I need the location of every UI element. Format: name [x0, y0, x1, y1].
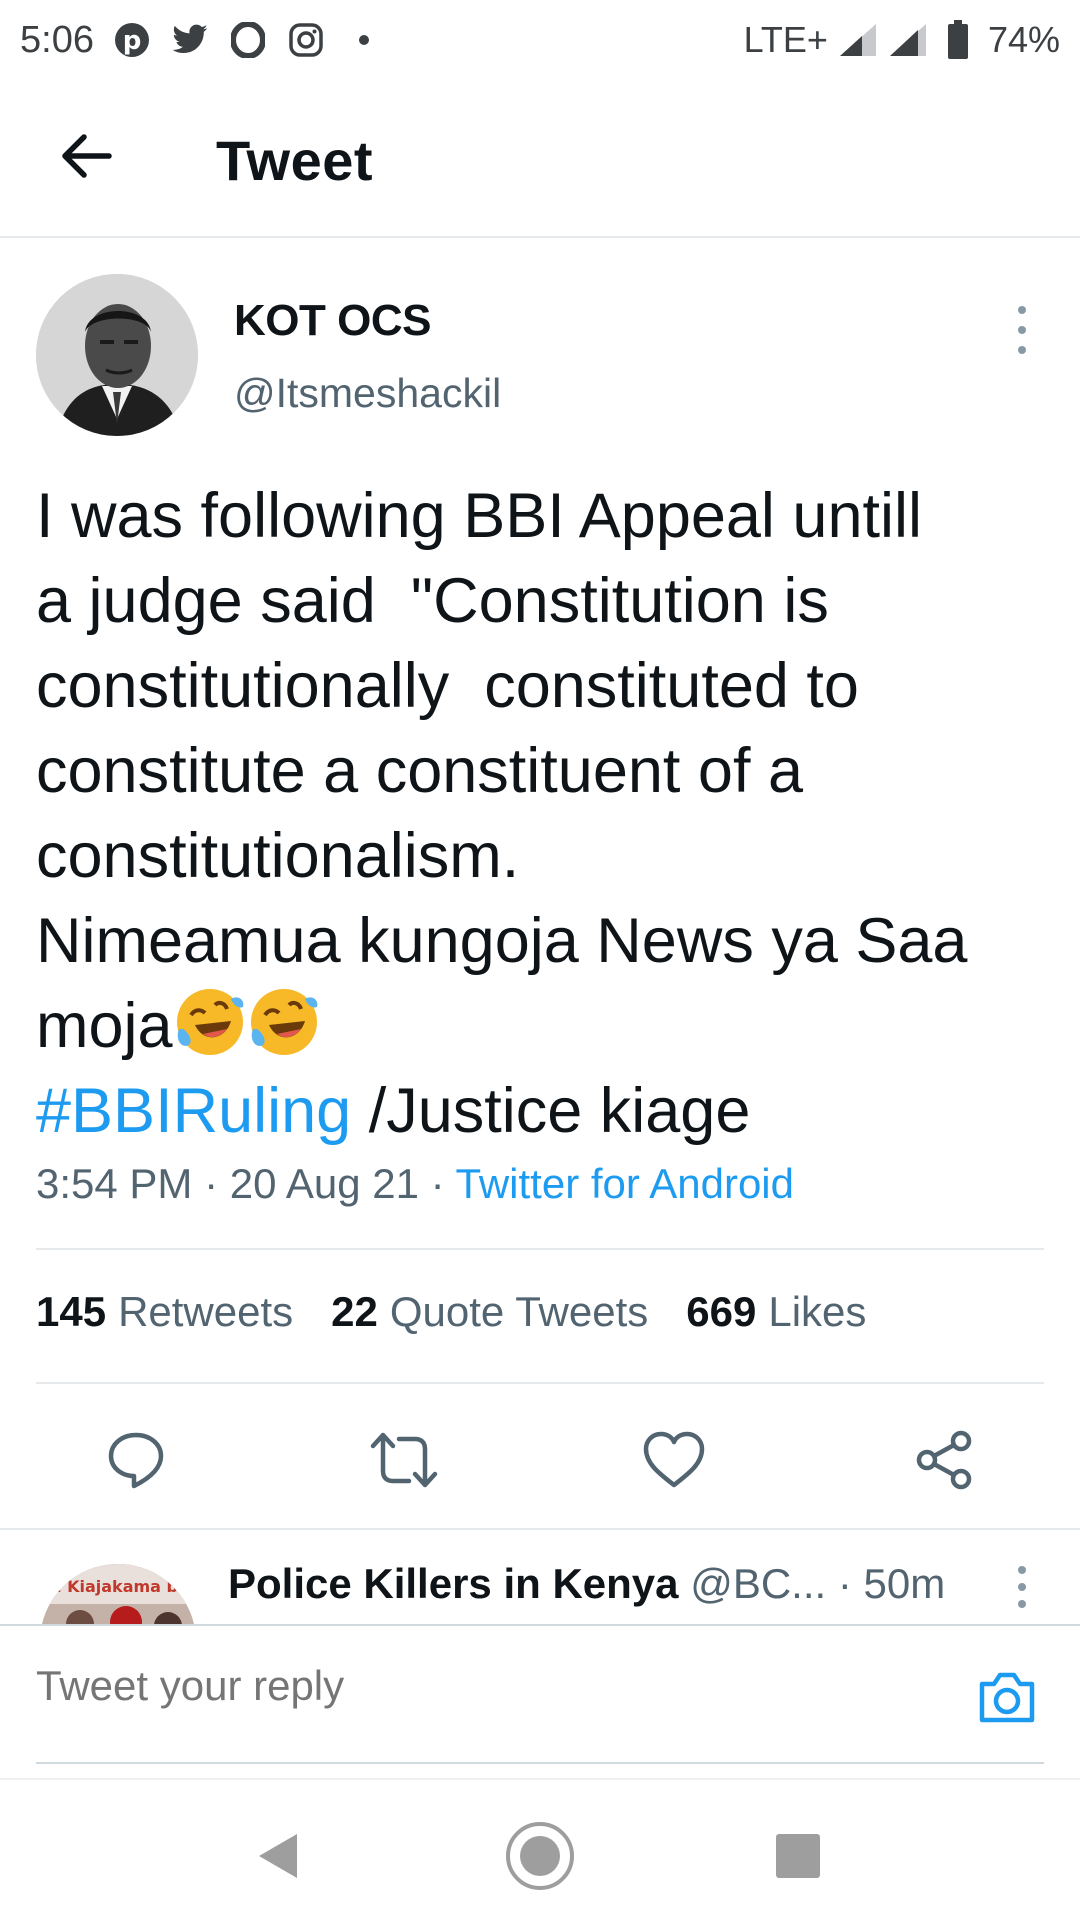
battery-percent: 74%	[987, 19, 1060, 60]
laughing-crying-emoji-icon	[247, 985, 321, 1059]
tweet-hashtag-line: #BBIRuling /Justice kiage	[36, 1069, 1046, 1154]
retweets-stat[interactable]: 145 Retweets	[36, 1288, 293, 1336]
retweets-count: 145	[36, 1288, 107, 1335]
tweet-line-text: moja	[36, 991, 173, 1061]
reply-button[interactable]	[96, 1420, 176, 1500]
hashtag-link[interactable]: #BBIRuling	[36, 1076, 351, 1146]
camera-button[interactable]	[976, 1666, 1038, 1728]
tweet-actions	[0, 1420, 1080, 1520]
quotes-label: Quote Tweets	[389, 1288, 649, 1335]
likes-label: Likes	[768, 1288, 867, 1335]
share-icon	[916, 1430, 972, 1490]
tweet-date: 20 Aug 21	[229, 1160, 419, 1207]
retweet-button[interactable]	[364, 1420, 444, 1500]
battery-icon	[938, 20, 978, 60]
circle-home-icon	[506, 1822, 574, 1890]
heart-icon	[643, 1431, 705, 1488]
svg-text:p: p	[123, 26, 142, 56]
nav-home-button[interactable]	[500, 1816, 580, 1896]
tweet-line: constitutionalism.	[36, 821, 520, 891]
reply-author-handle[interactable]: @BC...	[690, 1560, 826, 1607]
divider	[36, 1248, 1044, 1250]
tweet-line: constitutionally constituted to	[36, 651, 859, 721]
tweet-line-last: moja	[36, 984, 1046, 1069]
quotes-count: 22	[331, 1288, 378, 1335]
tweet-line: Nimeamua kungoja News ya Saa	[36, 906, 968, 976]
tweet-line: I was following BBI Appeal untill	[36, 481, 922, 551]
reply-compose-bar	[0, 1624, 1080, 1778]
laughing-crying-emoji-icon	[173, 985, 247, 1059]
like-button[interactable]	[634, 1420, 714, 1500]
author-handle[interactable]: @Itsmeshackil	[234, 370, 501, 417]
quotes-stat[interactable]: 22 Quote Tweets	[331, 1288, 648, 1336]
back-button[interactable]	[52, 122, 120, 190]
share-button[interactable]	[904, 1420, 984, 1500]
tweet-meta: 3:54 PM · 20 Aug 21 · Twitter for Androi…	[36, 1160, 794, 1208]
reply-more-button[interactable]	[1010, 1562, 1034, 1612]
arrow-left-icon	[62, 134, 112, 178]
system-nav-bar	[0, 1778, 1080, 1920]
compose-underline	[36, 1762, 1044, 1764]
dot-icon	[344, 20, 384, 60]
reply-avatar-text: n Kiajakama br	[50, 1577, 186, 1596]
likes-count: 669	[686, 1288, 757, 1335]
divider	[36, 1382, 1044, 1384]
status-bar: 5:06 p LTE+ 74%	[0, 0, 1080, 80]
retweets-label: Retweets	[118, 1288, 294, 1335]
more-vertical-icon	[1018, 1566, 1026, 1608]
opera-icon	[228, 20, 268, 60]
tweet-author: KOT OCS @Itsmeshackil	[36, 274, 1046, 438]
camera-icon	[979, 1672, 1035, 1723]
reply-age: · 50m	[837, 1560, 946, 1607]
triangle-back-icon	[259, 1834, 297, 1878]
tweet-time: 3:54 PM	[36, 1160, 193, 1207]
twitter-icon	[170, 20, 210, 60]
app-header: Tweet	[0, 80, 1080, 238]
reply-preview[interactable]: n Kiajakama br Police Killers in Kenya @…	[0, 1528, 1080, 1624]
tweet-line: a judge said "Constitution is	[36, 566, 829, 636]
reply-avatar[interactable]: n Kiajakama br	[40, 1564, 196, 1624]
network-type: LTE+	[743, 19, 828, 60]
status-right: LTE+ 74%	[744, 19, 1060, 61]
tweet-source-link[interactable]: Twitter for Android	[456, 1160, 794, 1207]
reply-author-name[interactable]: Police Killers in Kenya	[228, 1560, 679, 1607]
tweet-body: I was following BBI Appeal untill a judg…	[36, 474, 1046, 1154]
comment-icon	[108, 1432, 164, 1489]
instagram-icon	[286, 20, 326, 60]
meta-separator: ·	[192, 1160, 230, 1207]
avatar[interactable]	[36, 274, 198, 436]
square-recents-icon	[776, 1834, 820, 1878]
page-title: Tweet	[216, 129, 374, 192]
reply-input[interactable]	[36, 1662, 916, 1710]
retweet-icon	[370, 1432, 438, 1488]
tweet-stats: 145 Retweets 22 Quote Tweets 669 Likes	[36, 1288, 866, 1336]
signal-icon	[838, 20, 878, 60]
status-left: 5:06 p	[20, 19, 384, 62]
meta-separator: ·	[418, 1160, 456, 1207]
reply-header: Police Killers in Kenya @BC... · 50m	[228, 1560, 945, 1608]
tweet-line: constitute a constituent of a	[36, 736, 803, 806]
status-time: 5:06	[20, 18, 94, 61]
nav-recents-button[interactable]	[758, 1816, 838, 1896]
pinterest-icon: p	[112, 20, 152, 60]
signal-icon-2	[888, 20, 928, 60]
hashtag-suffix: /Justice kiage	[351, 1076, 751, 1146]
more-vertical-icon	[1018, 306, 1026, 354]
likes-stat[interactable]: 669 Likes	[686, 1288, 866, 1336]
more-options-button[interactable]	[1002, 300, 1042, 360]
nav-back-button[interactable]	[238, 1816, 318, 1896]
author-name[interactable]: KOT OCS	[234, 296, 431, 346]
